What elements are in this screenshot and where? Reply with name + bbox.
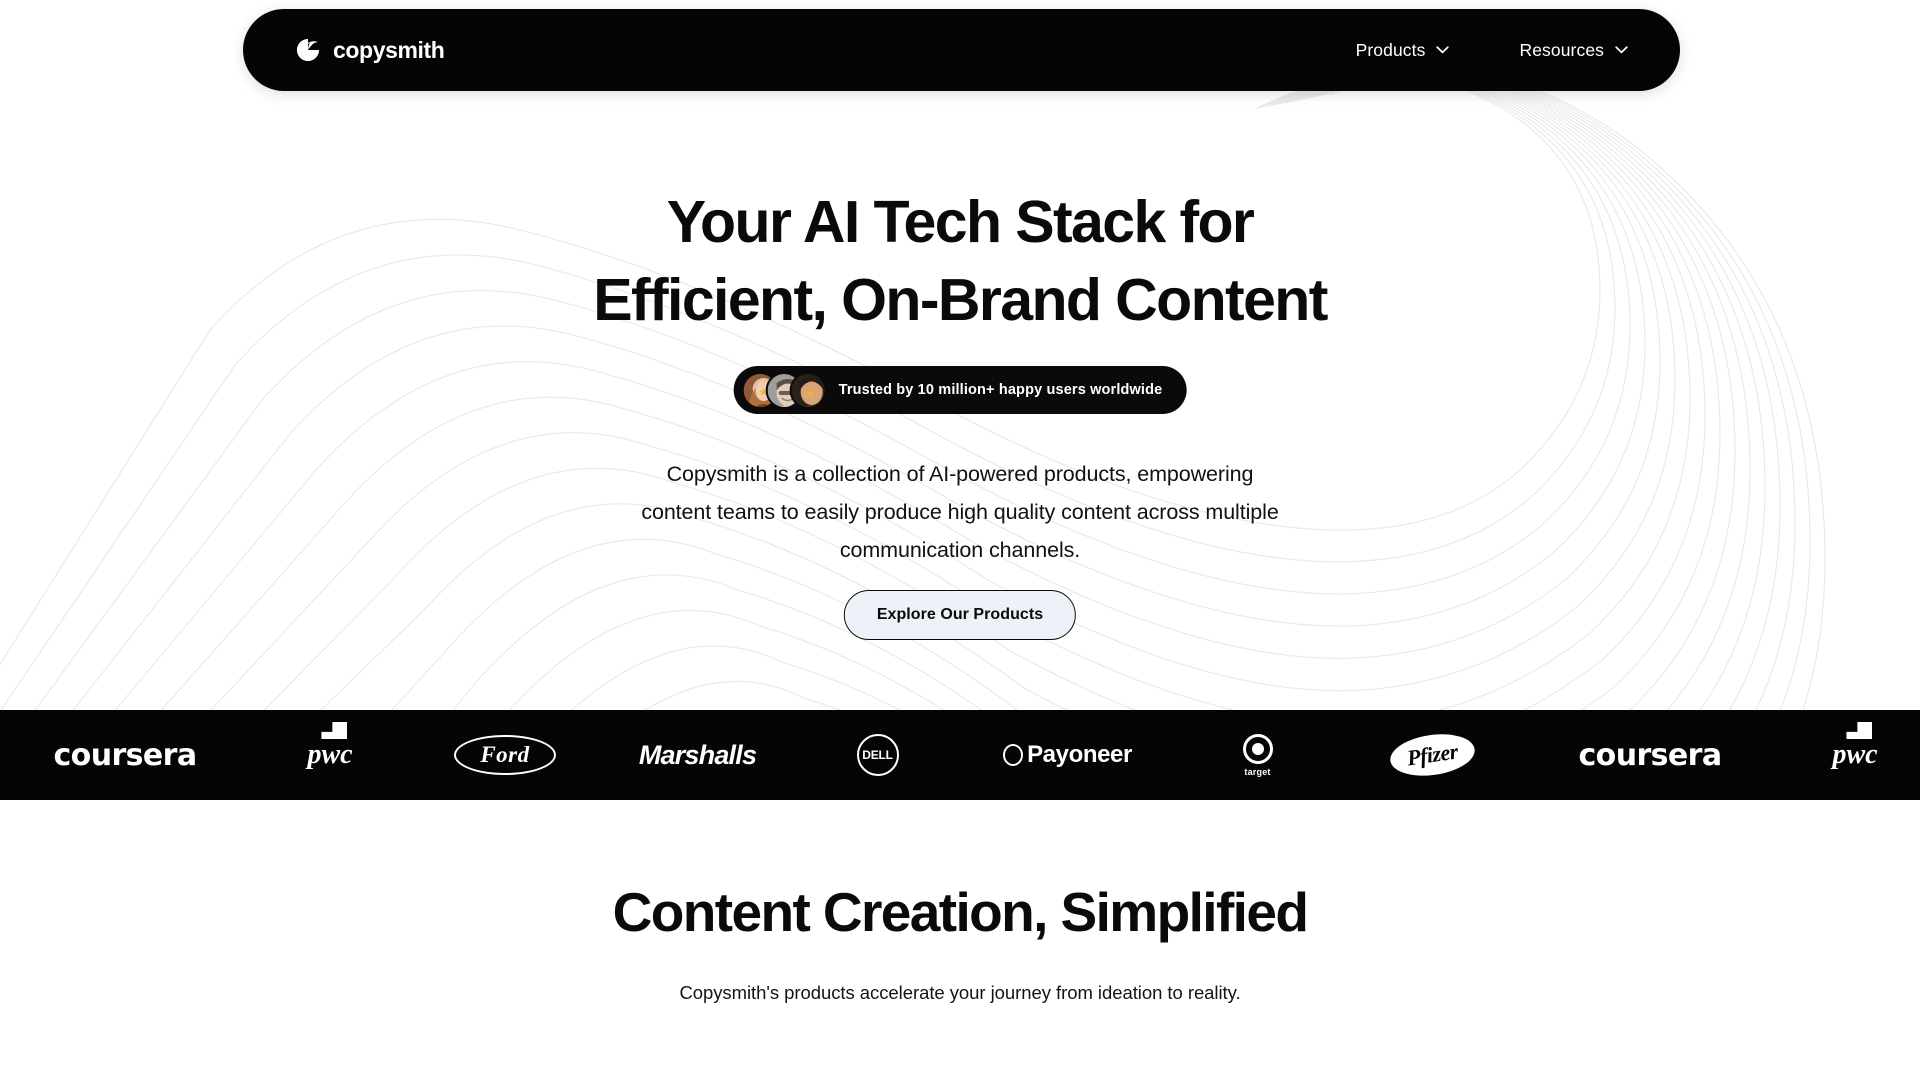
client-logo-pwc: pwc <box>1775 710 1920 800</box>
logo-wordmark: Marshalls <box>638 739 757 770</box>
section-title: Content Creation, Simplified <box>612 881 1309 943</box>
page-title: Your AI Tech Stack for Efficient, On-Bra… <box>0 183 1920 339</box>
logo-wordmark: Pfizer <box>1387 729 1478 781</box>
client-logo-coursera: coursera <box>0 710 250 800</box>
brand-logo[interactable]: copysmith <box>295 36 445 64</box>
content-creation-section: Content Creation, Simplified Copysmith's… <box>0 800 1920 1080</box>
chevron-down-icon <box>1615 46 1628 54</box>
client-logo-coursera: coursera <box>1525 710 1775 800</box>
trusted-by-badge: Trusted by 10 million+ happy users world… <box>733 366 1187 414</box>
avatar <box>789 371 827 409</box>
navbar: copysmith Products Resources <box>243 9 1680 91</box>
logo-wordmark: pwc <box>1832 722 1878 771</box>
nav-item-products-label: Products <box>1355 39 1426 60</box>
client-logo-strip: coursera pwc Ford Marshalls DELL Payoneer targ… <box>0 710 1920 800</box>
client-logo-payoneer: Payoneer <box>960 710 1175 800</box>
client-logo-marshalls: Marshalls <box>600 710 795 800</box>
chevron-down-icon <box>1436 46 1450 54</box>
client-logo-pfizer: Pfizer <box>1340 710 1525 800</box>
hero-title-line-2: Efficient, On-Brand Content <box>593 267 1328 333</box>
landing-page: copysmith Products Resources Your AI Tec… <box>0 0 1920 1080</box>
nav-item-resources[interactable]: Resources <box>1519 40 1628 61</box>
nav-item-resources-label: Resources <box>1519 39 1604 60</box>
site-header: copysmith Products Resources <box>0 0 1920 100</box>
hero-title-line-1: Your AI Tech Stack for <box>666 189 1255 255</box>
client-logo-target: target <box>1175 710 1340 800</box>
avatar-group <box>741 371 827 409</box>
logo-wordmark: coursera <box>1578 737 1723 773</box>
client-logo-pwc: pwc <box>250 710 410 800</box>
logo-wordmark: Payoneer <box>1003 741 1132 769</box>
hero-subtitle: Copysmith is a collection of AI-powered … <box>641 462 1279 562</box>
copysmith-leaf-logomark <box>296 38 320 62</box>
client-logo-dell: DELL <box>795 710 960 800</box>
logo-wordmark: coursera <box>53 737 198 773</box>
logo-wordmark: pwc <box>307 722 353 771</box>
nav-item-products[interactable]: Products <box>1356 40 1450 61</box>
trusted-by-badge-label: Trusted by 10 million+ happy users world… <box>838 382 1163 398</box>
nav-links: Products Resources <box>1356 40 1628 61</box>
logo-wordmark: target <box>1242 733 1273 777</box>
logo-marquee-track: coursera pwc Ford Marshalls DELL Payoneer targ… <box>0 710 1920 800</box>
explore-our-products-button[interactable]: Explore Our Products <box>843 590 1077 640</box>
client-logo-ford: Ford <box>410 710 600 800</box>
logo-wordmark: Ford <box>454 735 556 775</box>
brand-name: copysmith <box>333 36 445 63</box>
section-subtitle: Copysmith's products accelerate your jou… <box>679 982 1241 1003</box>
logo-wordmark: DELL <box>856 734 899 776</box>
hero-section: Your AI Tech Stack for Efficient, On-Bra… <box>0 0 1920 710</box>
